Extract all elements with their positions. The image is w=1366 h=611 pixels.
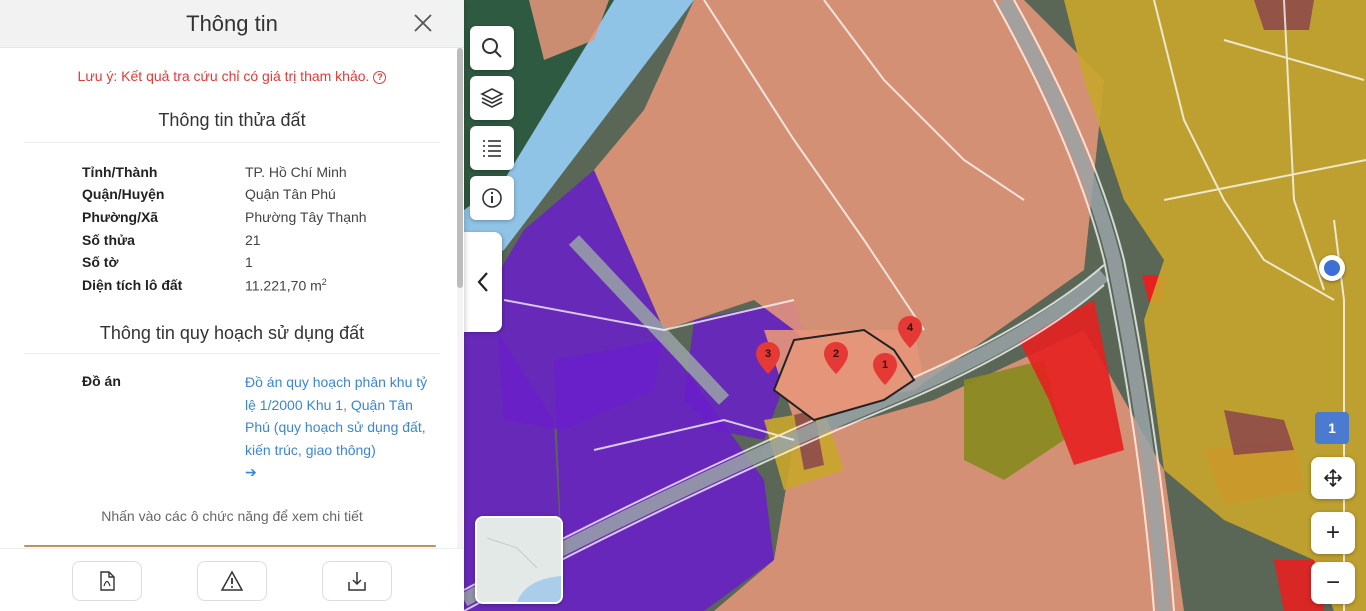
marker-2[interactable]: 2 xyxy=(824,342,848,374)
map-canvas[interactable] xyxy=(464,0,1366,611)
panel-title: Thông tin xyxy=(186,11,278,36)
pdf-button[interactable] xyxy=(72,561,142,601)
scrollbar-thumb[interactable] xyxy=(457,48,463,288)
location-dot xyxy=(1319,255,1345,281)
page-badge[interactable]: 1 xyxy=(1315,412,1349,444)
divider xyxy=(24,142,440,143)
marker-2-label: 2 xyxy=(832,348,840,360)
marker-3-label: 3 xyxy=(764,348,772,360)
value-ward: Phường Tây Thạnh xyxy=(245,209,367,225)
plan-link-text[interactable]: Đồ án quy hoạch phân khu tỷ lệ 1/2000 Kh… xyxy=(245,374,427,458)
value-province: TP. Hồ Chí Minh xyxy=(245,164,347,180)
collapse-panel-button[interactable] xyxy=(464,232,502,332)
marker-4-label: 4 xyxy=(906,322,914,334)
label-plan: Đồ án xyxy=(82,373,121,389)
arrow-right-icon[interactable]: ➔ xyxy=(245,464,257,480)
marker-3[interactable]: 3 xyxy=(756,342,780,374)
pdf-file-icon xyxy=(100,571,115,591)
minimap-image xyxy=(477,518,561,602)
download-icon xyxy=(348,572,366,591)
disclaimer: Lưu ý: Kết quả tra cứu chỉ có giá trị th… xyxy=(0,68,464,84)
value-area: 11.221,70 m2 xyxy=(245,277,327,294)
divider xyxy=(24,353,440,354)
value-area-unit: 2 xyxy=(321,277,327,287)
label-parcel-number: Số thửa xyxy=(82,232,135,248)
label-area: Diện tích lô đất xyxy=(82,277,183,293)
search-button[interactable] xyxy=(470,26,514,70)
accent-line xyxy=(24,545,436,547)
close-icon[interactable] xyxy=(412,12,434,34)
minimap[interactable] xyxy=(475,516,563,604)
label-district: Quận/Huyện xyxy=(82,186,165,202)
list-button[interactable] xyxy=(470,126,514,170)
list-icon xyxy=(483,140,501,157)
panel-header: Thông tin xyxy=(0,0,464,48)
value-district: Quận Tân Phú xyxy=(245,186,336,202)
info-panel: Thông tin Lưu ý: Kết quả tra cứu chỉ có … xyxy=(0,0,464,611)
info-icon xyxy=(482,188,502,208)
plan-link[interactable]: Đồ án quy hoạch phân khu tỷ lệ 1/2000 Kh… xyxy=(245,371,435,484)
layers-icon xyxy=(480,88,504,108)
value-sheet-number: 1 xyxy=(245,254,253,270)
value-area-text: 11.221,70 m xyxy=(245,277,322,294)
layers-button[interactable] xyxy=(470,76,514,120)
parcel-section-title: Thông tin thửa đất xyxy=(158,110,306,130)
map-view[interactable]: 1 2 3 4 xyxy=(464,0,1366,611)
download-button[interactable] xyxy=(322,561,392,601)
warning-icon xyxy=(220,570,244,591)
marker-1-label: 1 xyxy=(881,359,889,371)
hint-text: Nhấn vào các ô chức năng để xem chi tiết xyxy=(101,508,363,524)
label-ward: Phường/Xã xyxy=(82,209,159,225)
value-parcel-number: 21 xyxy=(245,232,261,248)
move-icon xyxy=(1323,468,1343,488)
zoom-in-button[interactable]: + xyxy=(1311,512,1355,554)
help-icon[interactable]: ? xyxy=(373,70,387,84)
disclaimer-text: Lưu ý: Kết quả tra cứu chỉ có giá trị th… xyxy=(77,68,370,84)
marker-1[interactable]: 1 xyxy=(873,353,897,385)
zoom-out-button[interactable]: − xyxy=(1311,562,1355,604)
info-button[interactable] xyxy=(470,176,514,220)
panel-footer xyxy=(0,548,464,611)
report-button[interactable] xyxy=(197,561,267,601)
marker-4[interactable]: 4 xyxy=(898,316,922,348)
search-icon xyxy=(482,38,502,58)
pan-button[interactable] xyxy=(1311,457,1355,499)
planning-section-title: Thông tin quy hoạch sử dụng đất xyxy=(99,323,365,343)
chevron-left-icon xyxy=(477,272,488,292)
label-province: Tỉnh/Thành xyxy=(82,164,158,180)
label-sheet-number: Số tờ xyxy=(82,254,119,270)
